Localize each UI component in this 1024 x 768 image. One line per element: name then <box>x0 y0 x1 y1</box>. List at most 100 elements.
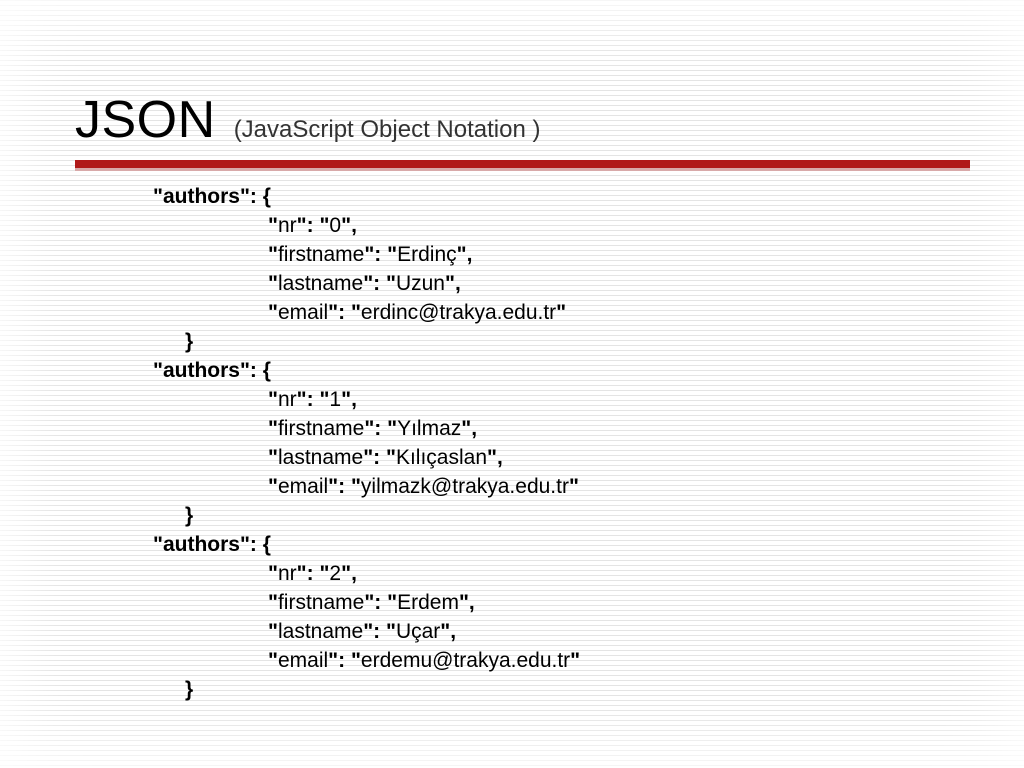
json-field: "nr": "1", <box>268 385 984 414</box>
json-field-value: Erdem <box>397 591 459 614</box>
json-quote: " <box>268 388 278 411</box>
json-brace-close: } <box>185 504 193 527</box>
json-field-value: Uçar <box>396 620 440 643</box>
json-key: "authors" <box>153 359 250 382</box>
json-field: "email": "yilmazk@trakya.edu.tr" <box>268 472 984 501</box>
json-quote: " <box>268 214 278 237</box>
json-colon: : " <box>374 243 397 266</box>
json-field: "email": "erdemu@trakya.edu.tr" <box>268 646 984 675</box>
json-quote: " <box>363 620 373 643</box>
json-quote: ", <box>341 562 357 585</box>
json-field: "firstname": "Erdem", <box>268 588 984 617</box>
json-colon: : " <box>338 301 361 324</box>
json-field-name: lastname <box>278 446 363 469</box>
json-field: "firstname": "Yılmaz", <box>268 414 984 443</box>
json-key: "authors" <box>153 185 250 208</box>
json-colon: : " <box>373 272 396 295</box>
json-quote: ", <box>487 446 503 469</box>
title-underline <box>75 160 970 168</box>
json-field: "nr": "0", <box>268 211 984 240</box>
json-colon: : " <box>373 620 396 643</box>
json-quote: " <box>328 649 338 672</box>
json-quote: ", <box>459 591 475 614</box>
json-quote: " <box>268 591 278 614</box>
json-quote: " <box>268 417 278 440</box>
json-field-value: erdinc@trakya.edu.tr <box>361 301 556 324</box>
json-quote: " <box>268 301 278 324</box>
json-field: "lastname": "Uçar", <box>268 617 984 646</box>
json-colon: : " <box>374 417 397 440</box>
slide-title: JSON <box>75 90 216 150</box>
json-object-open: "authors": { <box>153 182 984 211</box>
json-field-name: nr <box>278 562 297 585</box>
title-row: JSON (JavaScript Object Notation ) <box>75 90 984 150</box>
json-quote: " <box>363 272 373 295</box>
json-brace-open: : { <box>250 533 271 556</box>
json-field: "lastname": "Uzun", <box>268 269 984 298</box>
slide-content: JSON (JavaScript Object Notation ) "auth… <box>75 90 984 704</box>
json-field-value: 1 <box>329 388 341 411</box>
json-quote: " <box>268 446 278 469</box>
json-quote: " <box>570 649 580 672</box>
json-field-value: 0 <box>329 214 341 237</box>
json-field: "firstname": "Erdinç", <box>268 240 984 269</box>
json-quote: " <box>364 243 374 266</box>
json-field-name: firstname <box>278 417 364 440</box>
json-colon: : " <box>307 388 330 411</box>
json-field-name: nr <box>278 214 297 237</box>
json-brace-open: : { <box>250 185 271 208</box>
json-quote: " <box>364 591 374 614</box>
json-quote: " <box>328 475 338 498</box>
json-quote: " <box>268 620 278 643</box>
json-brace-open: : { <box>250 359 271 382</box>
json-field-name: lastname <box>278 620 363 643</box>
json-object-close: } <box>185 327 984 356</box>
json-field-value: Erdinç <box>397 243 457 266</box>
json-colon: : " <box>307 214 330 237</box>
json-field-name: lastname <box>278 272 363 295</box>
json-quote: " <box>268 272 278 295</box>
json-quote: " <box>268 475 278 498</box>
json-field-value: Kılıçaslan <box>396 446 487 469</box>
json-quote: " <box>268 562 278 585</box>
json-field-name: email <box>278 301 328 324</box>
json-quote: ", <box>461 417 477 440</box>
json-quote: " <box>569 475 579 498</box>
json-quote: " <box>364 417 374 440</box>
json-quote: ", <box>457 243 473 266</box>
json-colon: : " <box>373 446 396 469</box>
json-field: "lastname": "Kılıçaslan", <box>268 443 984 472</box>
json-brace-close: } <box>185 330 193 353</box>
json-quote: " <box>297 214 307 237</box>
json-quote: ", <box>341 388 357 411</box>
json-field: "email": "erdinc@trakya.edu.tr" <box>268 298 984 327</box>
json-quote: " <box>297 388 307 411</box>
json-quote: ", <box>445 272 461 295</box>
json-field-value: yilmazk@trakya.edu.tr <box>361 475 569 498</box>
json-quote: " <box>556 301 566 324</box>
json-field-name: nr <box>278 388 297 411</box>
json-field-value: Yılmaz <box>397 417 461 440</box>
json-quote: ", <box>440 620 456 643</box>
json-field: "nr": "2", <box>268 559 984 588</box>
json-colon: : " <box>307 562 330 585</box>
json-object-close: } <box>185 501 984 530</box>
json-colon: : " <box>338 475 361 498</box>
json-key: "authors" <box>153 533 250 556</box>
json-field-name: firstname <box>278 591 364 614</box>
json-quote: " <box>268 243 278 266</box>
json-field-name: email <box>278 649 328 672</box>
json-field-value: erdemu@trakya.edu.tr <box>361 649 570 672</box>
slide-subtitle: (JavaScript Object Notation ) <box>234 116 541 144</box>
json-quote: " <box>268 649 278 672</box>
json-brace-close: } <box>185 678 193 701</box>
json-quote: ", <box>341 214 357 237</box>
json-colon: : " <box>374 591 397 614</box>
json-field-name: email <box>278 475 328 498</box>
json-object-close: } <box>185 675 984 704</box>
json-field-value: 2 <box>329 562 341 585</box>
json-colon: : " <box>338 649 361 672</box>
json-object-open: "authors": { <box>153 530 984 559</box>
json-field-name: firstname <box>278 243 364 266</box>
json-field-value: Uzun <box>396 272 445 295</box>
